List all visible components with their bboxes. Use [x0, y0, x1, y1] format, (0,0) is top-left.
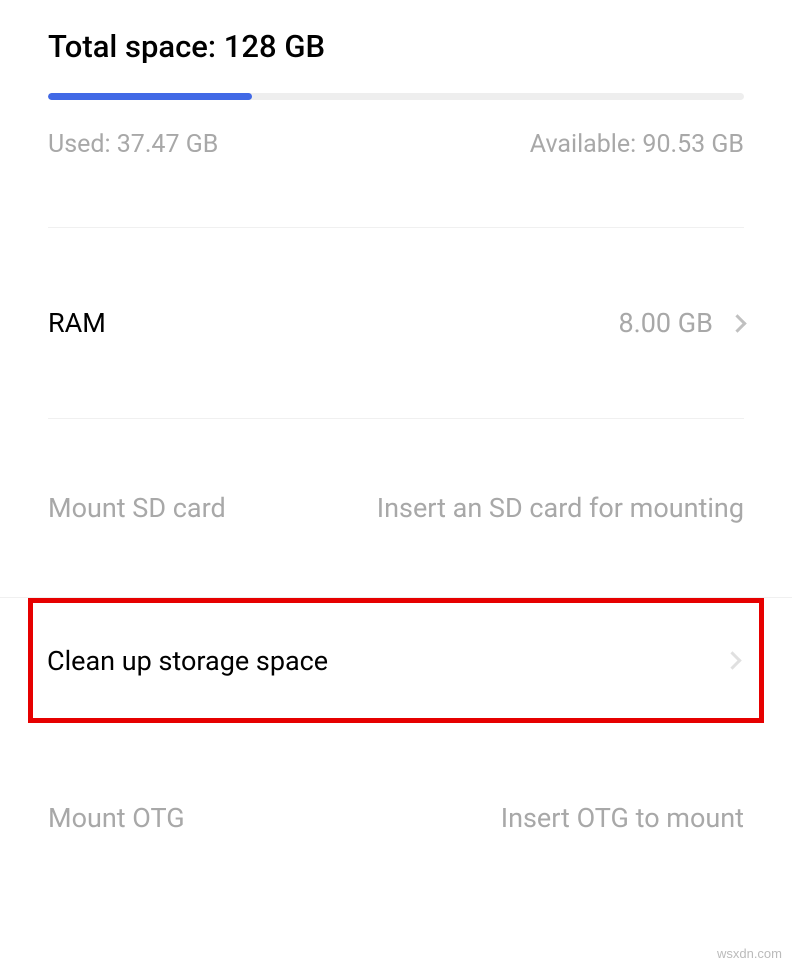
storage-settings-screen: Total space: 128 GB Used: 37.47 GB Avail… [0, 0, 792, 913]
ram-row[interactable]: RAM 8.00 GB [0, 228, 792, 418]
watermark-text: wsxdn.com [717, 946, 782, 961]
mount-otg-row: Mount OTG Insert OTG to mount [0, 723, 792, 913]
mount-sd-card-row: Mount SD card Insert an SD card for moun… [0, 419, 792, 597]
used-space-label: Used: 37.47 GB [48, 130, 218, 159]
total-space-title: Total space: 128 GB [48, 28, 744, 65]
space-stats: Used: 37.47 GB Available: 90.53 GB [48, 130, 744, 159]
ram-label: RAM [48, 307, 106, 339]
cleanup-storage-row[interactable]: Clean up storage space [33, 603, 759, 718]
chevron-right-icon [723, 651, 741, 669]
ram-right: 8.00 GB [618, 307, 744, 339]
mount-sd-card-desc: Insert an SD card for mounting [377, 492, 744, 524]
mount-sd-card-label: Mount SD card [48, 492, 226, 524]
storage-progress-fill [48, 93, 252, 100]
total-space-section: Total space: 128 GB Used: 37.47 GB Avail… [0, 0, 792, 159]
mount-otg-label: Mount OTG [48, 802, 185, 834]
cleanup-storage-label: Clean up storage space [47, 645, 328, 677]
ram-value: 8.00 GB [618, 307, 713, 339]
cleanup-highlight-box: Clean up storage space [28, 598, 764, 723]
mount-otg-desc: Insert OTG to mount [501, 802, 744, 834]
storage-progress-bar [48, 93, 744, 100]
chevron-right-icon [728, 314, 746, 332]
available-space-label: Available: 90.53 GB [530, 130, 744, 159]
